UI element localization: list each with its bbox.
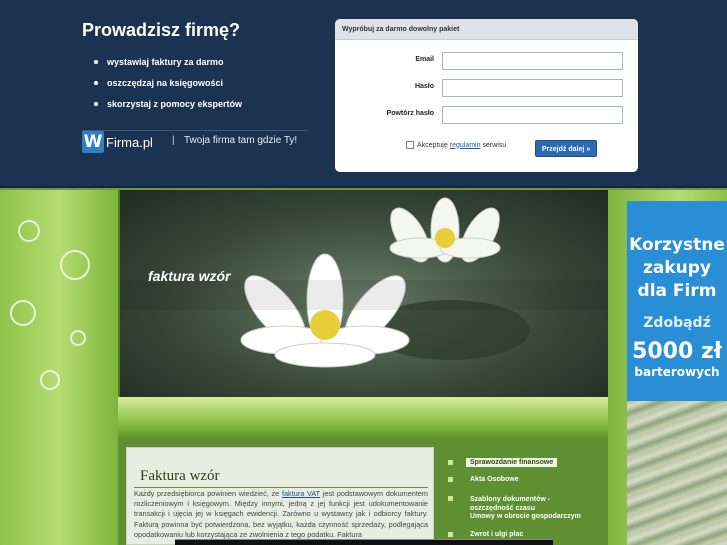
article-title: Faktura wzór	[140, 468, 220, 484]
terms-link[interactable]: regulamin	[450, 142, 481, 149]
bullet-icon	[94, 81, 98, 85]
hero-image: faktura wzór	[118, 190, 608, 397]
submit-button[interactable]: Przejdź dalej »	[535, 140, 597, 157]
password-field[interactable]	[442, 79, 623, 97]
flower-icon	[40, 370, 60, 390]
faktura-vat-link[interactable]: faktura VAT	[282, 489, 320, 498]
bullet-icon	[448, 477, 453, 482]
bottom-toolbar	[175, 539, 553, 545]
terms-checkbox[interactable]	[406, 141, 414, 149]
left-floral-decoration	[0, 190, 118, 545]
repeat-password-label: Powtórz hasło	[386, 110, 434, 117]
ad-line: barterowych	[634, 365, 720, 379]
flower-icon	[60, 250, 90, 280]
brand-tagline: Twoja firma tam gdzie Ty!	[184, 135, 298, 146]
email-row: Email	[335, 52, 638, 70]
bullet-icon	[448, 496, 453, 501]
feature-list: wystawiaj faktury za darmo oszczędzaj na…	[94, 55, 242, 118]
hero-title: faktura wzór	[148, 268, 231, 284]
flower-icon	[70, 330, 86, 346]
repeat-password-row: Powtórz hasło	[335, 106, 638, 124]
terms-prefix: Akceptuję	[417, 141, 448, 149]
brand-name: Firma.pl	[106, 134, 153, 150]
ad-line: zakupy	[642, 258, 712, 278]
signup-heading: Wypróbuj za darmo dowolny pakiet	[335, 19, 638, 40]
flower-icon	[10, 300, 36, 326]
brand-separator: |	[172, 135, 175, 146]
repeat-password-field[interactable]	[442, 106, 623, 124]
barter-ad-banner[interactable]: Korzystne zakupy dla Firm Zdobądź 5000 z…	[627, 201, 727, 545]
ad-line: Korzystne	[629, 235, 725, 255]
brand-logo[interactable]: W Firma.pl	[82, 131, 153, 153]
bullet-icon	[94, 102, 98, 106]
bullet-icon	[448, 532, 453, 537]
brand-bar: W Firma.pl | Twoja firma tam gdzie Ty!	[82, 130, 308, 153]
ad-line: dla Firm	[637, 281, 717, 301]
password-row: Hasło	[335, 79, 638, 97]
bullet-icon	[448, 460, 453, 465]
terms-suffix: serwisu	[482, 141, 507, 149]
water-lily-image	[120, 197, 608, 368]
logo-w-icon: W	[82, 131, 104, 153]
article-text: Każdy przedsiębiorca powinien wiedzieć, …	[134, 489, 429, 539]
title-divider	[134, 487, 428, 488]
article-box: Faktura wzór Każdy przedsiębiorca powini…	[126, 447, 434, 545]
email-label: Email	[415, 56, 434, 63]
flower-icon	[18, 220, 40, 242]
ad-line: Zdobądź	[643, 315, 711, 331]
ad-amount: 5000 zł	[632, 339, 722, 364]
bullet-icon	[94, 60, 98, 64]
terms-row: Akceptuję regulamin serwisu	[406, 141, 506, 149]
top-banner: Prowadzisz firmę? wystawiaj faktury za d…	[0, 0, 727, 188]
banknotes-image	[627, 401, 727, 545]
feature-item: oszczędzaj na księgowości	[94, 76, 242, 97]
feature-item: skorzystaj z pomocy ekspertów	[94, 97, 242, 118]
signup-form: Wypróbuj za darmo dowolny pakiet Email H…	[335, 19, 638, 172]
feature-item: wystawiaj faktury za darmo	[94, 55, 242, 76]
green-header-band	[118, 397, 608, 439]
banner-title: Prowadzisz firmę?	[82, 20, 241, 40]
email-field[interactable]	[442, 52, 623, 70]
password-label: Hasło	[414, 83, 434, 90]
